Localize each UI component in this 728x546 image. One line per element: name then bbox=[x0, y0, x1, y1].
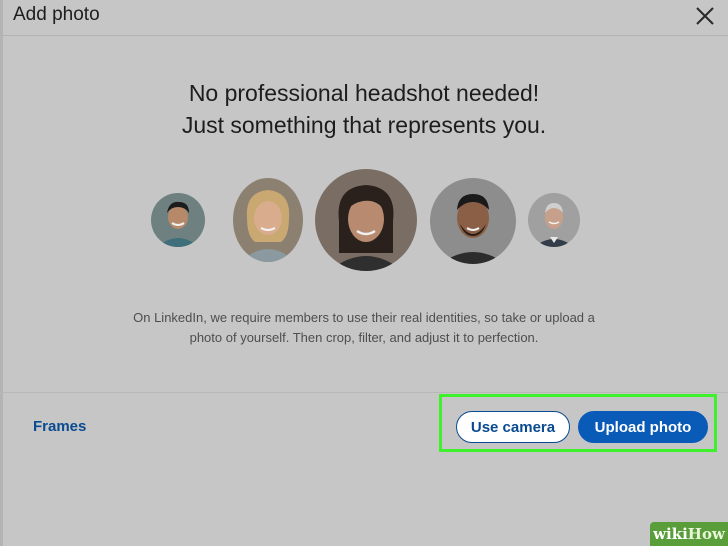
example-avatars bbox=[0, 165, 728, 275]
person-photo-icon bbox=[528, 193, 580, 247]
person-photo-icon bbox=[315, 169, 417, 271]
upload-photo-button[interactable]: Upload photo bbox=[578, 411, 708, 443]
dialog-header: Add photo bbox=[0, 0, 728, 36]
footer-divider bbox=[0, 392, 728, 393]
close-icon bbox=[696, 7, 714, 25]
example-avatar-1 bbox=[151, 193, 205, 247]
example-avatar-5 bbox=[528, 193, 580, 247]
description-line-1: On LinkedIn, we require members to use t… bbox=[133, 310, 595, 325]
person-photo-icon bbox=[430, 178, 516, 264]
watermark-how: How bbox=[687, 525, 725, 543]
headline: No professional headshot needed! Just so… bbox=[0, 77, 728, 141]
watermark-wiki: wiki bbox=[653, 525, 688, 543]
headline-line-1: No professional headshot needed! bbox=[188, 80, 540, 106]
close-button[interactable] bbox=[692, 3, 718, 29]
headline-line-2: Just something that represents you. bbox=[181, 112, 547, 138]
frames-link[interactable]: Frames bbox=[33, 417, 86, 437]
example-avatar-4 bbox=[430, 178, 516, 264]
wikihow-watermark: wikiHow bbox=[650, 522, 728, 546]
description-text: On LinkedIn, we require members to use t… bbox=[100, 308, 628, 348]
description-line-2: photo of yourself. Then crop, filter, an… bbox=[189, 330, 539, 345]
add-photo-dialog: Add photo No professional headshot neede… bbox=[0, 0, 728, 546]
example-avatar-3 bbox=[315, 169, 417, 271]
person-photo-icon bbox=[151, 193, 205, 247]
use-camera-button[interactable]: Use camera bbox=[456, 411, 570, 443]
person-photo-icon bbox=[233, 178, 303, 262]
dialog-title: Add photo bbox=[13, 4, 100, 25]
example-avatar-2 bbox=[233, 178, 303, 262]
